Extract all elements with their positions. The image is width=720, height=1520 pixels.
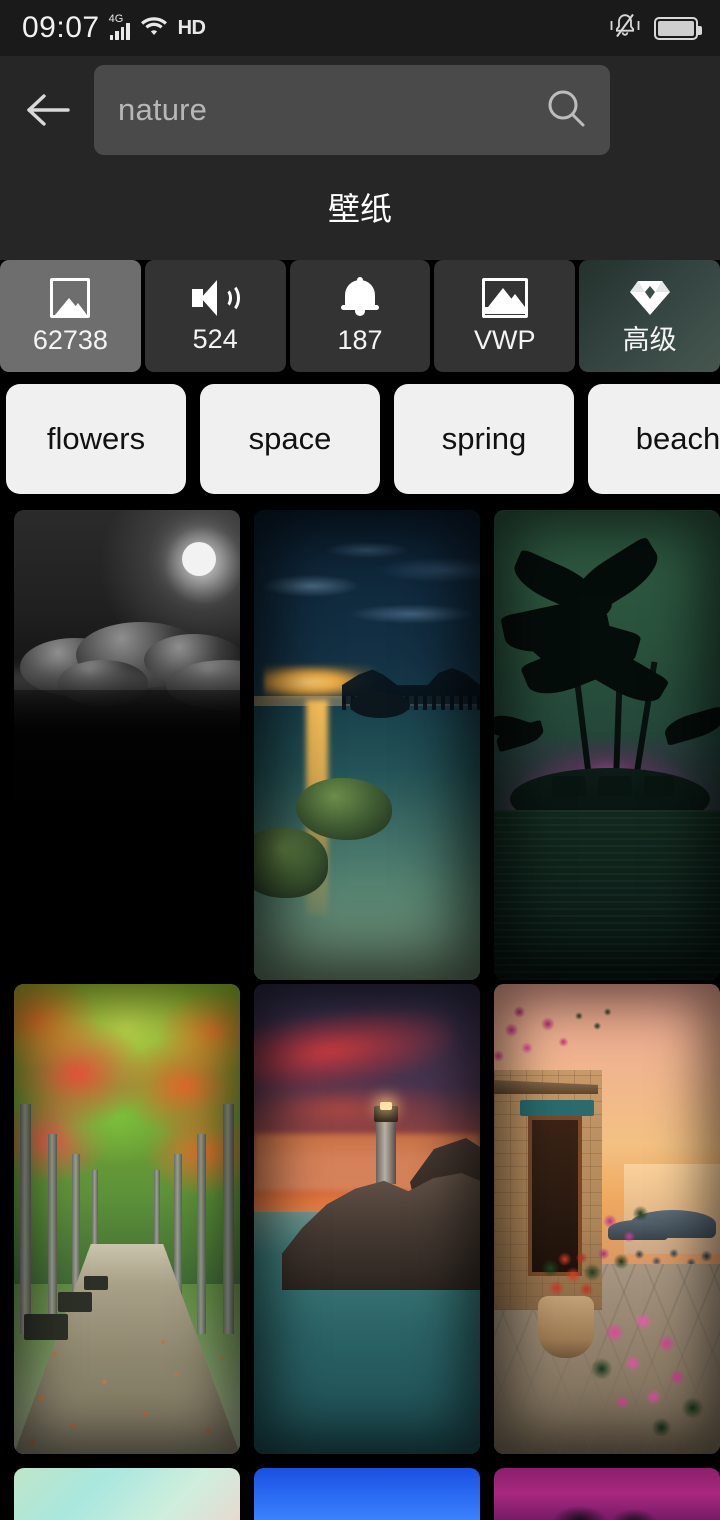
vibrate-mute-icon (608, 11, 642, 46)
wallpaper-thumb-blue-gradient[interactable] (254, 1468, 480, 1520)
wallpaper-thumb-medi-street[interactable] (494, 984, 720, 1454)
wallpaper-image (14, 1468, 240, 1520)
back-arrow-icon (27, 94, 70, 126)
back-button[interactable] (18, 79, 80, 141)
tab-ringtones[interactable]: 524 (144, 260, 286, 372)
wallpaper-thumb-pier-sunset[interactable] (254, 510, 480, 980)
bell-icon (340, 277, 380, 318)
tab-wallpapers-label: 62738 (32, 325, 108, 355)
wallpaper-thumb-autumn-avenue[interactable] (14, 984, 240, 1454)
status-bar: 09:07 4G HD (0, 0, 720, 56)
tab-premium-label: 高级 (622, 325, 677, 356)
wallpaper-image (254, 1468, 480, 1520)
wallpaper-image (14, 510, 240, 980)
tag-chip-spring[interactable]: spring (394, 384, 574, 494)
search-row: nature (0, 64, 720, 156)
network-type-label: 4G (108, 13, 124, 25)
landscape-icon (481, 278, 528, 318)
tab-vwp-label: VWP (474, 325, 536, 355)
wallpaper-grid-row-2 (0, 984, 720, 1454)
tab-ringtones-label: 524 (192, 324, 238, 354)
status-time: 09:07 (22, 11, 100, 44)
wallpaper-image (254, 984, 480, 1454)
tab-premium[interactable]: 高级 (579, 260, 720, 372)
tab-vwp[interactable]: VWP (434, 260, 576, 372)
wallpaper-image (494, 984, 720, 1454)
wallpaper-thumb-magenta-palms[interactable] (494, 1468, 720, 1520)
wallpaper-grid-row-3 (0, 1468, 720, 1520)
signal-bars-glyph (109, 23, 130, 40)
tag-chip-space[interactable]: space (200, 384, 380, 494)
wallpaper-grid-row-1 (0, 510, 720, 980)
search-field[interactable]: nature (94, 65, 610, 155)
diamond-icon (628, 278, 672, 318)
speaker-icon (192, 279, 241, 317)
tab-notifications-label: 187 (337, 325, 383, 355)
photo-icon (50, 278, 91, 318)
page-title: 壁纸 (0, 156, 720, 260)
battery-icon (654, 16, 702, 40)
status-bar-right (608, 11, 702, 46)
category-tabs: 62738 524 187 VWP 高级 (0, 260, 720, 372)
search-icon[interactable] (544, 86, 588, 135)
tab-notifications[interactable]: 187 (289, 260, 431, 372)
wallpaper-image (494, 510, 720, 980)
tag-chip-row[interactable]: flowers space spring beach (0, 372, 720, 506)
wallpaper-thumb-moon-clouds[interactable] (14, 510, 240, 980)
top-bar: nature 壁纸 (0, 56, 720, 260)
search-input[interactable]: nature (118, 92, 544, 128)
status-bar-left: 09:07 4G HD (22, 11, 206, 45)
wallpaper-thumb-mint-gradient[interactable] (14, 1468, 240, 1520)
wallpaper-thumb-palm-magenta[interactable] (494, 510, 720, 980)
hd-icon: HD (177, 17, 206, 39)
signal-bars-icon: 4G (108, 13, 130, 40)
wallpaper-image (254, 510, 480, 980)
tag-chip-flowers[interactable]: flowers (6, 384, 186, 494)
tag-chip-beach[interactable]: beach (588, 384, 720, 494)
tab-wallpapers[interactable]: 62738 (0, 260, 141, 372)
wallpaper-image (14, 984, 240, 1454)
wallpaper-image (494, 1468, 720, 1520)
wallpaper-thumb-lighthouse[interactable] (254, 984, 480, 1454)
wifi-icon (139, 14, 169, 43)
app-screen: 09:07 4G HD nature 壁纸 62738 524 187 VWP … (0, 0, 720, 1520)
